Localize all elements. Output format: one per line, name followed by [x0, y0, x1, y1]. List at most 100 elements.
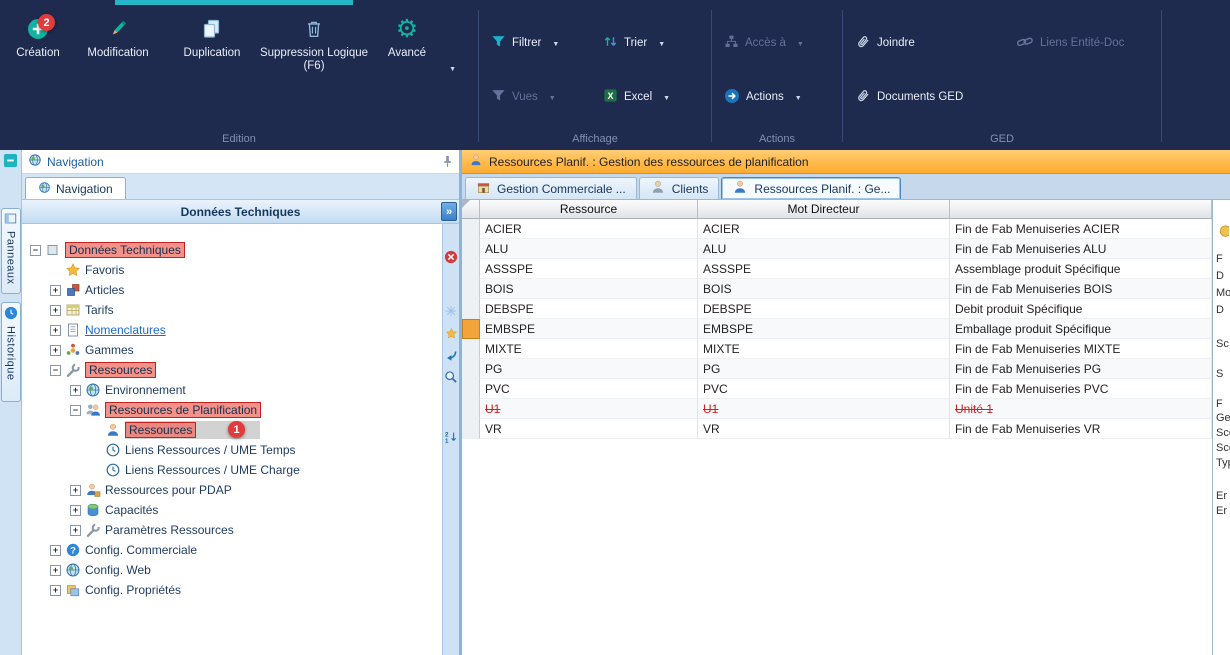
expand-toggle-icon[interactable]: + — [70, 505, 81, 516]
column-header[interactable]: Mot Directeur — [698, 200, 950, 219]
tree-item-favoris[interactable]: Favoris — [22, 260, 442, 280]
joindre-button[interactable]: Joindre — [847, 30, 982, 56]
table-cell: ALU — [480, 239, 698, 259]
row-selector[interactable] — [462, 239, 480, 259]
content-tab[interactable]: Gestion Commerciale ... — [465, 177, 637, 199]
collapse-toggle-icon[interactable]: − — [50, 365, 61, 376]
row-selector[interactable] — [462, 339, 480, 359]
tree-item-config-web[interactable]: +Config. Web — [22, 560, 442, 580]
expand-toggle-icon[interactable]: + — [50, 345, 61, 356]
table-row[interactable]: ASSSPEASSSPEAssemblage produit Spécifiqu… — [462, 259, 1212, 279]
expand-toggle-icon[interactable]: + — [50, 565, 61, 576]
snowflake-icon[interactable] — [444, 304, 458, 318]
form-icon-partial — [1215, 225, 1229, 242]
tree-item-donn-es-techniques[interactable]: −Données Techniques — [22, 240, 442, 260]
tree-item-nomenclatures[interactable]: +Nomenclatures — [22, 320, 442, 340]
dropdown-caret-icon[interactable] — [795, 91, 802, 103]
acces-a-button[interactable]: Accès à — [716, 30, 812, 56]
excel-icon: X — [603, 88, 618, 106]
toggle-spacer — [50, 265, 61, 276]
row-selector[interactable] — [462, 219, 480, 239]
filtrer-button[interactable]: Filtrer — [483, 30, 595, 56]
expand-toggle-icon[interactable]: + — [70, 385, 81, 396]
content-tab-bar: Gestion Commerciale ...ClientsRessources… — [462, 174, 1230, 200]
search-icon[interactable] — [444, 370, 458, 384]
star-icon[interactable] — [444, 326, 458, 340]
expand-toggle-icon[interactable]: + — [50, 545, 61, 556]
tab-navigation[interactable]: Navigation — [25, 177, 126, 199]
tree-item-liens-ressources-ume-charge[interactable]: Liens Ressources / UME Charge — [22, 460, 442, 480]
expand-toggle-icon[interactable]: + — [50, 305, 61, 316]
duplication-button[interactable]: Duplication — [166, 14, 258, 60]
excel-button[interactable]: X Excel — [595, 84, 678, 110]
creation-button[interactable]: Création 2 — [6, 14, 70, 60]
expand-panel-button[interactable] — [441, 202, 457, 221]
dropdown-caret-icon[interactable] — [658, 37, 665, 49]
row-selector[interactable] — [462, 279, 480, 299]
tree-item-tarifs[interactable]: +Tarifs — [22, 300, 442, 320]
tree-item-articles[interactable]: +Articles — [22, 280, 442, 300]
row-selector[interactable] — [462, 419, 480, 439]
actions-button[interactable]: Actions — [716, 84, 810, 110]
tree-item-param-tres-ressources[interactable]: +Paramètres Ressources — [22, 520, 442, 540]
field-label-fragment: F — [1216, 398, 1223, 410]
tree-item-ressources[interactable]: Ressources1 — [22, 420, 442, 440]
row-selector[interactable] — [462, 399, 480, 419]
tree-item-config-commerciale[interactable]: +?Config. Commerciale — [22, 540, 442, 560]
tree-item-environnement[interactable]: +Environnement — [22, 380, 442, 400]
expand-toggle-icon[interactable]: + — [70, 525, 81, 536]
sort-numeric-icon[interactable]: 21 — [444, 430, 458, 444]
tree-item-capacit-s[interactable]: +Capacités — [22, 500, 442, 520]
paperclip-icon — [855, 88, 871, 107]
tree-item-ressources-pour-pdap[interactable]: +Ressources pour PDAP — [22, 480, 442, 500]
documents-ged-button[interactable]: Documents GED — [847, 84, 971, 110]
column-header[interactable] — [950, 200, 1212, 219]
table-row[interactable]: VRVRFin de Fab Menuiseries VR — [462, 419, 1212, 439]
selector-column-header[interactable] — [462, 200, 480, 219]
table-row[interactable]: DEBSPEDEBSPEDebit produit Spécifique — [462, 299, 1212, 319]
table-row[interactable]: ACIERACIERFin de Fab Menuiseries ACIER — [462, 219, 1212, 239]
tree-item-gammes[interactable]: +Gammes — [22, 340, 442, 360]
collapse-toggle-icon[interactable]: − — [30, 245, 41, 256]
table-cell: PG — [480, 359, 698, 379]
content-tab[interactable]: Ressources Planif. : Ge... — [721, 177, 901, 199]
side-tab-panneaux[interactable]: Panneaux — [1, 208, 21, 294]
table-row[interactable]: U1U1Unité 1 — [462, 399, 1212, 419]
dropdown-caret-icon[interactable] — [552, 37, 559, 49]
table-row[interactable]: PVCPVCFin de Fab Menuiseries PVC — [462, 379, 1212, 399]
tree-item-ressources-de-planification[interactable]: −Ressources de Planification — [22, 400, 442, 420]
pin-icon[interactable] — [442, 155, 453, 168]
dropdown-caret-icon[interactable] — [449, 62, 456, 74]
vues-button[interactable]: Vues — [483, 84, 595, 110]
collapse-panel-icon[interactable] — [3, 153, 18, 168]
table-row[interactable]: BOISBOISFin de Fab Menuiseries BOIS — [462, 279, 1212, 299]
side-tab-historique[interactable]: Historique — [1, 302, 21, 402]
column-header[interactable]: Ressource — [480, 200, 698, 219]
tree-item-ressources[interactable]: −Ressources — [22, 360, 442, 380]
row-selector[interactable] — [462, 259, 480, 279]
modification-button[interactable]: Modification — [70, 14, 166, 60]
tree-item-liens-ressources-ume-temps[interactable]: Liens Ressources / UME Temps — [22, 440, 442, 460]
row-selector[interactable] — [462, 319, 480, 339]
expand-toggle-icon[interactable]: + — [50, 325, 61, 336]
expand-toggle-icon[interactable]: + — [50, 285, 61, 296]
dropdown-caret-icon[interactable] — [663, 91, 670, 103]
content-tab[interactable]: Clients — [639, 177, 720, 199]
liens-entite-doc-button[interactable]: Liens Entité-Doc — [1008, 30, 1132, 56]
trier-button[interactable]: Trier — [595, 30, 673, 56]
avance-button[interactable]: Avancé — [370, 14, 444, 60]
close-icon[interactable] — [444, 250, 458, 264]
table-row[interactable]: ALUALUFin de Fab Menuiseries ALU — [462, 239, 1212, 259]
tree-item-config-propri-t-s[interactable]: +Config. Propriétés — [22, 580, 442, 600]
row-selector[interactable] — [462, 359, 480, 379]
expand-toggle-icon[interactable]: + — [70, 485, 81, 496]
suppression-button[interactable]: Suppression Logique (F6) — [258, 14, 370, 73]
row-selector[interactable] — [462, 299, 480, 319]
table-row[interactable]: PGPGFin de Fab Menuiseries PG — [462, 359, 1212, 379]
collapse-toggle-icon[interactable]: − — [70, 405, 81, 416]
table-row[interactable]: EMBSPEEMBSPEEmballage produit Spécifique — [462, 319, 1212, 339]
row-selector[interactable] — [462, 379, 480, 399]
table-row[interactable]: MIXTEMIXTEFin de Fab Menuiseries MIXTE — [462, 339, 1212, 359]
go-to-icon[interactable] — [444, 348, 458, 362]
expand-toggle-icon[interactable]: + — [50, 585, 61, 596]
